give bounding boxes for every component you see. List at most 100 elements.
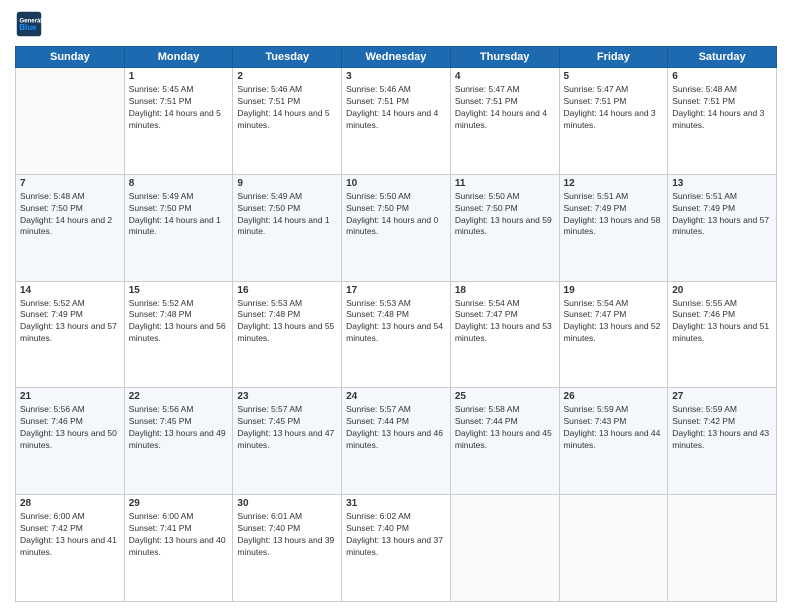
day-detail: Sunrise: 6:02 AMSunset: 7:40 PMDaylight:… (346, 511, 446, 559)
week-row-4: 21 Sunrise: 5:56 AMSunset: 7:46 PMDayligh… (16, 388, 777, 495)
day-cell: 5 Sunrise: 5:47 AMSunset: 7:51 PMDaylight… (559, 68, 668, 175)
day-cell: 27 Sunrise: 5:59 AMSunset: 7:42 PMDayligh… (668, 388, 777, 495)
day-detail: Sunrise: 5:50 AMSunset: 7:50 PMDaylight:… (455, 191, 555, 239)
day-cell: 30 Sunrise: 6:01 AMSunset: 7:40 PMDayligh… (233, 495, 342, 602)
day-detail: Sunrise: 5:58 AMSunset: 7:44 PMDaylight:… (455, 404, 555, 452)
day-detail: Sunrise: 5:49 AMSunset: 7:50 PMDaylight:… (129, 191, 229, 239)
day-number: 15 (129, 285, 229, 296)
day-number: 12 (564, 178, 664, 189)
weekday-header-saturday: Saturday (668, 47, 777, 68)
header: General Blue (15, 10, 777, 38)
day-detail: Sunrise: 5:56 AMSunset: 7:45 PMDaylight:… (129, 404, 229, 452)
day-number: 25 (455, 391, 555, 402)
day-number: 10 (346, 178, 446, 189)
day-number: 26 (564, 391, 664, 402)
day-cell (450, 495, 559, 602)
week-row-3: 14 Sunrise: 5:52 AMSunset: 7:49 PMDayligh… (16, 281, 777, 388)
day-detail: Sunrise: 5:57 AMSunset: 7:45 PMDaylight:… (237, 404, 337, 452)
day-detail: Sunrise: 5:46 AMSunset: 7:51 PMDaylight:… (237, 84, 337, 132)
day-cell: 11 Sunrise: 5:50 AMSunset: 7:50 PMDayligh… (450, 174, 559, 281)
week-row-5: 28 Sunrise: 6:00 AMSunset: 7:42 PMDayligh… (16, 495, 777, 602)
day-cell: 6 Sunrise: 5:48 AMSunset: 7:51 PMDaylight… (668, 68, 777, 175)
day-cell: 10 Sunrise: 5:50 AMSunset: 7:50 PMDayligh… (342, 174, 451, 281)
day-number: 8 (129, 178, 229, 189)
day-detail: Sunrise: 5:54 AMSunset: 7:47 PMDaylight:… (564, 298, 664, 346)
day-cell: 14 Sunrise: 5:52 AMSunset: 7:49 PMDayligh… (16, 281, 125, 388)
logo-icon: General Blue (15, 10, 43, 38)
weekday-header-row: SundayMondayTuesdayWednesdayThursdayFrid… (16, 47, 777, 68)
day-number: 29 (129, 498, 229, 509)
day-cell: 1Sunrise: 5:45 AMSunset: 7:51 PMDaylight… (124, 68, 233, 175)
day-number: 1 (129, 71, 229, 82)
day-number: 23 (237, 391, 337, 402)
day-cell: 2 Sunrise: 5:46 AMSunset: 7:51 PMDaylight… (233, 68, 342, 175)
day-number: 9 (237, 178, 337, 189)
day-number: 13 (672, 178, 772, 189)
day-cell: 19 Sunrise: 5:54 AMSunset: 7:47 PMDayligh… (559, 281, 668, 388)
day-number: 17 (346, 285, 446, 296)
day-cell: 18 Sunrise: 5:54 AMSunset: 7:47 PMDayligh… (450, 281, 559, 388)
day-cell: 7Sunrise: 5:48 AMSunset: 7:50 PMDaylight… (16, 174, 125, 281)
day-cell: 22 Sunrise: 5:56 AMSunset: 7:45 PMDayligh… (124, 388, 233, 495)
calendar-table: SundayMondayTuesdayWednesdayThursdayFrid… (15, 46, 777, 602)
day-detail: Sunrise: 5:53 AMSunset: 7:48 PMDaylight:… (346, 298, 446, 346)
day-cell: 3Sunrise: 5:46 AMSunset: 7:51 PMDaylight… (342, 68, 451, 175)
day-detail: Sunrise: 5:59 AMSunset: 7:42 PMDaylight:… (672, 404, 772, 452)
day-cell: 23 Sunrise: 5:57 AMSunset: 7:45 PMDayligh… (233, 388, 342, 495)
day-detail: Sunrise: 5:56 AMSunset: 7:46 PMDaylight:… (20, 404, 120, 452)
day-cell: 9 Sunrise: 5:49 AMSunset: 7:50 PMDaylight… (233, 174, 342, 281)
day-cell: 21 Sunrise: 5:56 AMSunset: 7:46 PMDayligh… (16, 388, 125, 495)
day-cell: 16Sunrise: 5:53 AMSunset: 7:48 PMDayligh… (233, 281, 342, 388)
day-number: 31 (346, 498, 446, 509)
day-number: 2 (237, 71, 337, 82)
day-detail: Sunrise: 5:59 AMSunset: 7:43 PMDaylight:… (564, 404, 664, 452)
day-cell: 20Sunrise: 5:55 AMSunset: 7:46 PMDayligh… (668, 281, 777, 388)
day-cell: 29 Sunrise: 6:00 AMSunset: 7:41 PMDayligh… (124, 495, 233, 602)
day-detail: Sunrise: 5:48 AMSunset: 7:51 PMDaylight:… (672, 84, 772, 132)
svg-text:Blue: Blue (19, 23, 37, 32)
weekday-header-sunday: Sunday (16, 47, 125, 68)
day-cell (16, 68, 125, 175)
day-detail: Sunrise: 6:00 AMSunset: 7:42 PMDaylight:… (20, 511, 120, 559)
day-detail: Sunrise: 5:48 AMSunset: 7:50 PMDaylight:… (20, 191, 120, 239)
day-detail: Sunrise: 5:49 AMSunset: 7:50 PMDaylight:… (237, 191, 337, 239)
day-number: 18 (455, 285, 555, 296)
day-number: 5 (564, 71, 664, 82)
day-cell: 25 Sunrise: 5:58 AMSunset: 7:44 PMDayligh… (450, 388, 559, 495)
day-detail: Sunrise: 5:52 AMSunset: 7:48 PMDaylight:… (129, 298, 229, 346)
day-number: 28 (20, 498, 120, 509)
day-number: 21 (20, 391, 120, 402)
day-detail: Sunrise: 5:46 AMSunset: 7:51 PMDaylight:… (346, 84, 446, 132)
day-cell: 15 Sunrise: 5:52 AMSunset: 7:48 PMDayligh… (124, 281, 233, 388)
day-detail: Sunrise: 5:50 AMSunset: 7:50 PMDaylight:… (346, 191, 446, 239)
day-detail: Sunrise: 6:00 AMSunset: 7:41 PMDaylight:… (129, 511, 229, 559)
day-cell: 17 Sunrise: 5:53 AMSunset: 7:48 PMDayligh… (342, 281, 451, 388)
day-cell (668, 495, 777, 602)
day-number: 27 (672, 391, 772, 402)
day-number: 20 (672, 285, 772, 296)
day-number: 22 (129, 391, 229, 402)
weekday-header-wednesday: Wednesday (342, 47, 451, 68)
day-number: 30 (237, 498, 337, 509)
day-cell: 31 Sunrise: 6:02 AMSunset: 7:40 PMDayligh… (342, 495, 451, 602)
logo: General Blue (15, 10, 47, 38)
day-number: 24 (346, 391, 446, 402)
page: General Blue SundayMondayTuesdayWednesda… (0, 0, 792, 612)
day-cell: 13Sunrise: 5:51 AMSunset: 7:49 PMDayligh… (668, 174, 777, 281)
day-cell: 12 Sunrise: 5:51 AMSunset: 7:49 PMDayligh… (559, 174, 668, 281)
week-row-2: 7Sunrise: 5:48 AMSunset: 7:50 PMDaylight… (16, 174, 777, 281)
day-detail: Sunrise: 5:51 AMSunset: 7:49 PMDaylight:… (564, 191, 664, 239)
day-detail: Sunrise: 5:52 AMSunset: 7:49 PMDaylight:… (20, 298, 120, 346)
day-number: 6 (672, 71, 772, 82)
day-detail: Sunrise: 5:57 AMSunset: 7:44 PMDaylight:… (346, 404, 446, 452)
day-cell: 28 Sunrise: 6:00 AMSunset: 7:42 PMDayligh… (16, 495, 125, 602)
day-number: 19 (564, 285, 664, 296)
day-number: 11 (455, 178, 555, 189)
day-cell: 4Sunrise: 5:47 AMSunset: 7:51 PMDaylight… (450, 68, 559, 175)
day-detail: Sunrise: 6:01 AMSunset: 7:40 PMDaylight:… (237, 511, 337, 559)
day-detail: Sunrise: 5:54 AMSunset: 7:47 PMDaylight:… (455, 298, 555, 346)
day-detail: Sunrise: 5:47 AMSunset: 7:51 PMDaylight:… (564, 84, 664, 132)
day-number: 14 (20, 285, 120, 296)
weekday-header-thursday: Thursday (450, 47, 559, 68)
weekday-header-tuesday: Tuesday (233, 47, 342, 68)
